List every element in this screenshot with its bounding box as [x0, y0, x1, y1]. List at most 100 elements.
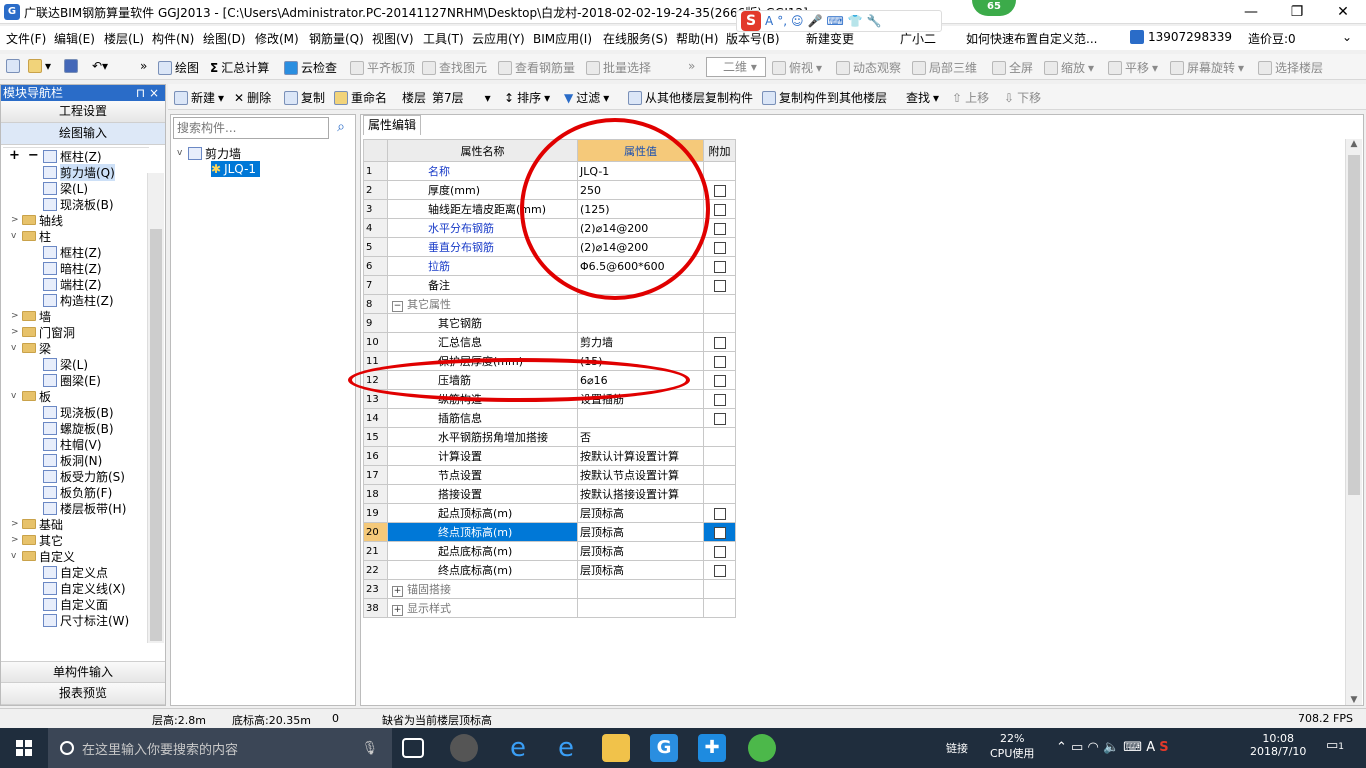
property-value-cell[interactable]: (125): [577, 199, 704, 219]
maximize-button[interactable]: ❐: [1274, 0, 1320, 24]
component-tree-root[interactable]: v 剪力墙: [177, 145, 241, 161]
tray-ime[interactable]: A: [1146, 740, 1155, 755]
property-add-cell[interactable]: [703, 541, 736, 561]
property-row[interactable]: 12 压墙筋 6⌀16: [363, 370, 736, 390]
property-add-cell[interactable]: [703, 199, 736, 219]
ime-toolbar[interactable]: S A °, ☺ 🎤 ⌨ 👕 🔧: [736, 10, 942, 32]
filter-button[interactable]: ▼ 过滤 ▾: [564, 89, 609, 106]
property-row[interactable]: 18 搭接设置 按默认搭接设置计算: [363, 484, 736, 504]
new-file-icon[interactable]: [6, 59, 20, 73]
menu-online[interactable]: 在线服务(S): [603, 30, 668, 47]
nav-tree-item[interactable]: 板洞(N): [43, 452, 102, 468]
move-down-button[interactable]: ⇩ 下移: [1004, 89, 1041, 106]
pin-icon[interactable]: ⊓ ×: [136, 85, 159, 101]
property-value-cell[interactable]: 层顶标高: [577, 541, 704, 561]
ime-mode[interactable]: A: [765, 14, 773, 28]
move-up-button[interactable]: ⇧ 上移: [952, 89, 989, 106]
flat-top-button[interactable]: 平齐板顶: [350, 59, 415, 76]
menu-view[interactable]: 视图(V): [372, 30, 414, 47]
menu-file[interactable]: 文件(F): [6, 30, 46, 47]
property-value-cell[interactable]: (2)⌀14@200: [577, 237, 704, 257]
rebar-app-icon[interactable]: ✚: [698, 734, 726, 762]
tray-link[interactable]: 链接: [946, 740, 968, 756]
menu-component[interactable]: 构件(N): [152, 30, 194, 47]
property-value-cell[interactable]: (15): [577, 351, 704, 371]
property-value-cell[interactable]: 按默认搭接设置计算: [577, 484, 704, 504]
mic-icon[interactable]: 🎤: [808, 14, 823, 28]
nav-tree-item[interactable]: 框柱(Z): [43, 244, 102, 260]
nav-tree-item[interactable]: 板负筋(F): [43, 484, 112, 500]
tray-icons[interactable]: ⌃ ▭ ◠ 🔈 ⌨ A S: [1056, 740, 1169, 755]
property-row[interactable]: 8− 其它属性: [363, 294, 736, 314]
overflow-icon[interactable]: »: [688, 59, 695, 73]
menu-rebar-qty[interactable]: 钢筋量(Q): [309, 30, 364, 47]
report-preview-button[interactable]: 报表预览: [1, 683, 165, 705]
property-add-cell[interactable]: [703, 503, 736, 523]
delete-button[interactable]: ✕ 删除: [234, 89, 271, 106]
menu-help[interactable]: 帮助(H): [676, 30, 718, 47]
dynamic-view-button[interactable]: 动态观察: [836, 59, 901, 76]
minimize-button[interactable]: —: [1228, 0, 1274, 24]
view-mode-select[interactable]: 二维 ▾: [706, 57, 766, 77]
nav-tree-item[interactable]: 螺旋板(B): [43, 420, 114, 436]
add-checkbox[interactable]: [713, 203, 726, 216]
nav-scrollbar[interactable]: [147, 173, 164, 643]
nav-tree-item[interactable]: > 门窗洞: [11, 324, 75, 340]
zoom-button[interactable]: 缩放 ▾: [1044, 59, 1094, 76]
chevron-right-icon[interactable]: >: [11, 519, 19, 529]
add-checkbox[interactable]: [713, 507, 726, 520]
property-row[interactable]: 2 厚度(mm) 250: [363, 180, 736, 200]
taskbar-search[interactable]: 在这里输入你要搜索的内容 🎙: [48, 728, 392, 768]
nav-tree-item[interactable]: 板受力筋(S): [43, 468, 125, 484]
add-checkbox[interactable]: [713, 260, 726, 273]
task-view-icon[interactable]: [402, 738, 424, 758]
property-row[interactable]: 38 + 显示样式: [363, 598, 736, 618]
nav-tree-item[interactable]: v板: [11, 388, 51, 404]
nav-tree-item[interactable]: 现浇板(B): [43, 404, 114, 420]
skin-icon[interactable]: 👕: [848, 14, 863, 28]
add-checkbox[interactable]: [713, 374, 726, 387]
cpu-usage[interactable]: 22% CPU使用: [990, 732, 1034, 761]
glodon-app-icon[interactable]: [450, 734, 478, 762]
property-value-cell[interactable]: 层顶标高: [577, 522, 704, 542]
property-value-cell[interactable]: 否: [577, 427, 704, 447]
copy-button[interactable]: 复制: [284, 89, 325, 106]
tab-property-edit[interactable]: 属性编辑: [363, 115, 421, 135]
overflow-icon[interactable]: »: [140, 59, 147, 73]
save-icon[interactable]: [64, 59, 78, 73]
find-button[interactable]: 查找 ▾: [906, 89, 939, 106]
menu-cloud[interactable]: 云应用(Y): [472, 30, 525, 47]
find-element-button[interactable]: 查找图元: [422, 59, 487, 76]
property-value-cell[interactable]: 按默认节点设置计算: [577, 465, 704, 485]
property-value-cell[interactable]: 6⌀16: [577, 370, 704, 390]
property-row[interactable]: 4 水平分布钢筋 (2)⌀14@200: [363, 218, 736, 238]
nav-tree-item[interactable]: v 自定义: [11, 548, 75, 564]
clock[interactable]: 10:08 2018/7/10: [1250, 732, 1306, 758]
drawing-input-button[interactable]: 绘图输入: [1, 123, 165, 145]
property-add-cell[interactable]: [703, 351, 736, 371]
nav-tree-item[interactable]: 现浇板(B): [43, 196, 114, 212]
property-value-cell[interactable]: [577, 313, 704, 333]
component-item-jlq1[interactable]: ✱ JLQ-1: [211, 161, 261, 177]
draw-button[interactable]: 绘图: [158, 59, 199, 76]
expand-icon[interactable]: +: [392, 586, 403, 597]
batch-select-button[interactable]: 批量选择: [586, 59, 651, 76]
property-value-cell[interactable]: JLQ-1: [577, 161, 704, 181]
property-add-cell[interactable]: [703, 389, 736, 409]
property-add-cell[interactable]: [703, 256, 736, 276]
copy-to-floor-button[interactable]: 复制构件到其他楼层: [762, 89, 887, 106]
property-row[interactable]: 6 拉筋 Φ6.5@600*600: [363, 256, 736, 276]
property-value-cell[interactable]: 250: [577, 180, 704, 200]
property-value-cell[interactable]: [577, 408, 704, 428]
scroll-down-icon[interactable]: ▼: [1346, 695, 1362, 705]
chevron-up-icon[interactable]: ⌃: [1056, 740, 1067, 755]
property-scroll-thumb[interactable]: [1348, 155, 1360, 495]
add-checkbox[interactable]: [713, 526, 726, 539]
chevron-right-icon[interactable]: >: [11, 311, 19, 321]
property-row[interactable]: 16 计算设置 按默认计算设置计算: [363, 446, 736, 466]
add-checkbox[interactable]: [713, 412, 726, 425]
property-row[interactable]: 15 水平钢筋拐角增加搭接 否: [363, 427, 736, 447]
add-checkbox[interactable]: [713, 564, 726, 577]
menu-bim[interactable]: BIM应用(I): [533, 30, 592, 47]
chevron-down-icon[interactable]: v: [11, 391, 19, 401]
